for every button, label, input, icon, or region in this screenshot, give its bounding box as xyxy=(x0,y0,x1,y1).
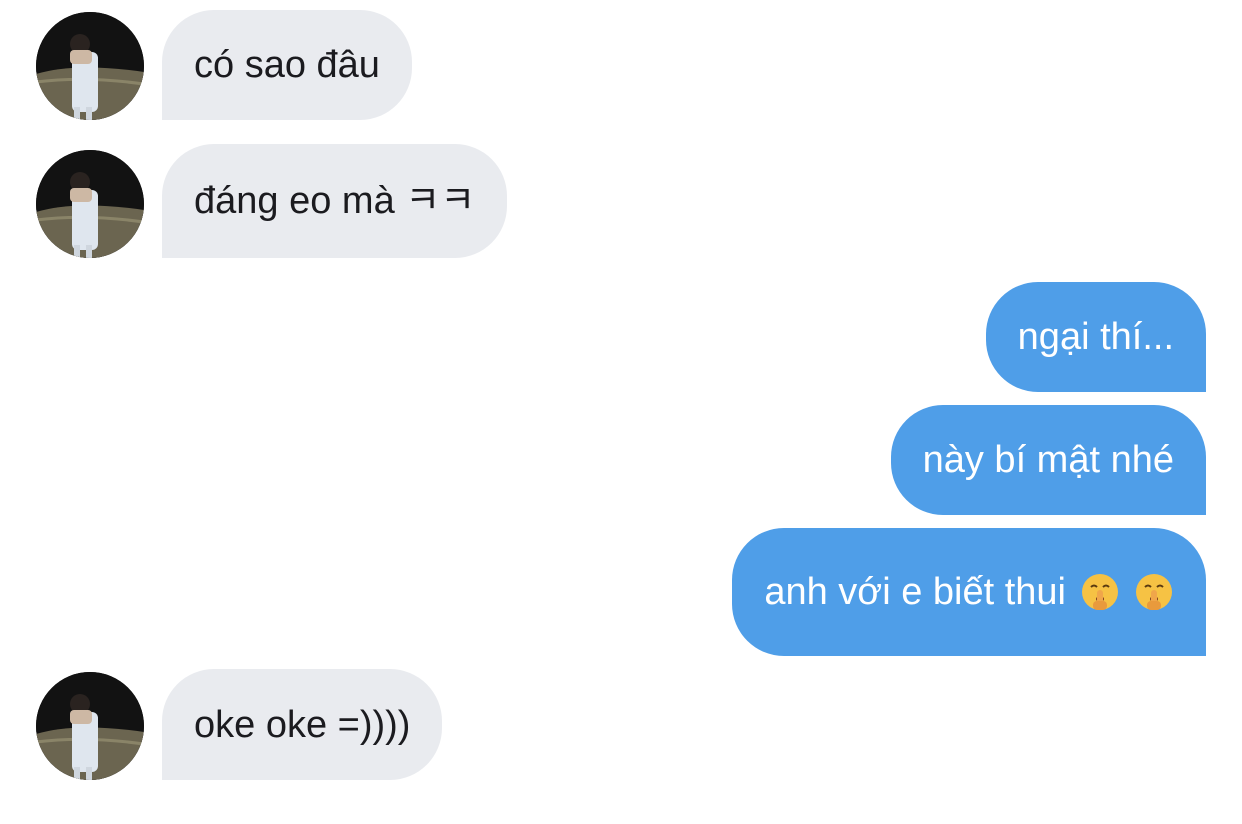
message-bubble-incoming[interactable]: có sao đâu xyxy=(162,10,412,120)
message-text: đáng eo mà ㅋㅋ xyxy=(194,180,476,222)
shushing-face-icon xyxy=(1134,572,1174,612)
contact-avatar[interactable] xyxy=(36,12,144,120)
message-bubble-outgoing[interactable]: ngại thí... xyxy=(985,282,1206,392)
contact-avatar[interactable] xyxy=(36,150,144,258)
message-text: ngại thí... xyxy=(1017,316,1174,358)
message-bubble-incoming[interactable]: oke oke =)))) xyxy=(162,669,443,780)
shushing-face-icon xyxy=(1080,572,1120,612)
message-bubble-incoming[interactable]: đáng eo mà ㅋㅋ xyxy=(162,144,508,258)
message-text: oke oke =)))) xyxy=(194,703,411,746)
message-text: có sao đâu xyxy=(194,44,380,86)
message-bubble-outgoing[interactable]: anh với e biết thui xyxy=(732,528,1206,656)
contact-avatar[interactable] xyxy=(36,672,144,780)
message-text: anh với e biết thui xyxy=(764,571,1066,613)
message-text: này bí mật nhé xyxy=(922,439,1174,481)
message-bubble-outgoing[interactable]: này bí mật nhé xyxy=(890,405,1206,515)
